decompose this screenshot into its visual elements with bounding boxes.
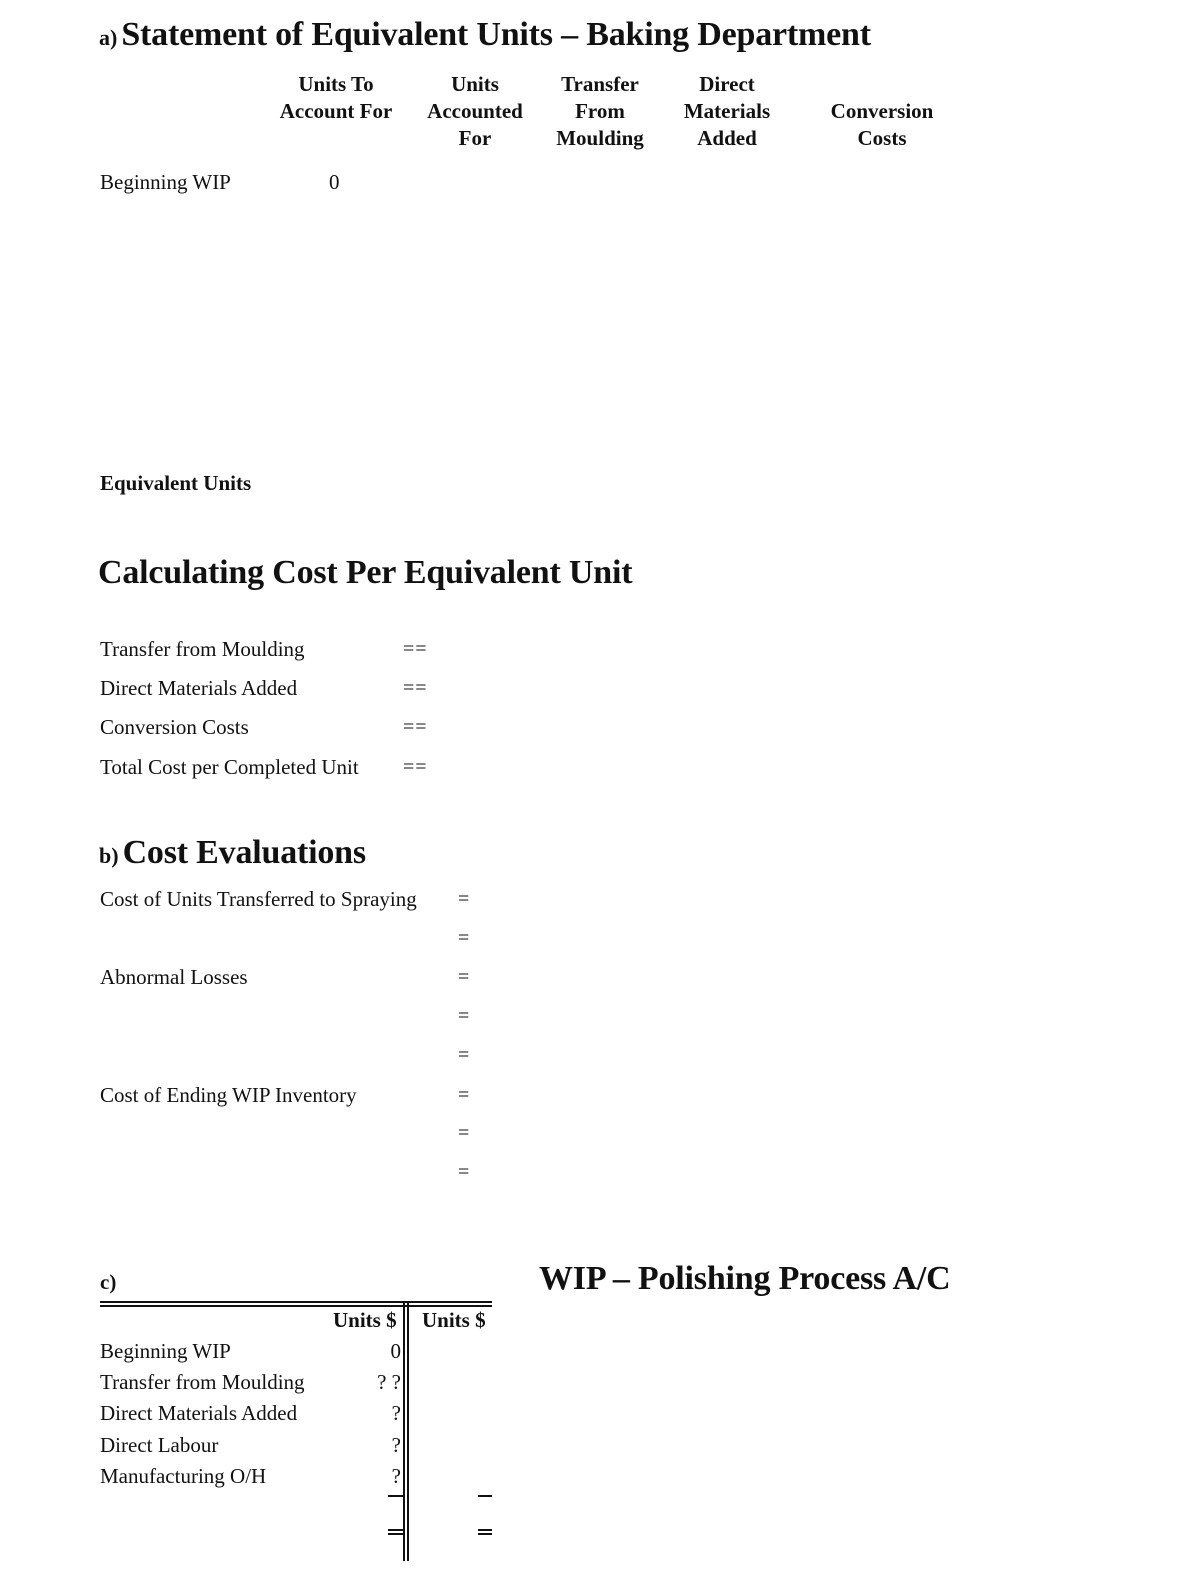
section-b-heading: b) Cost Evaluations bbox=[99, 834, 366, 872]
credit-total-rule bbox=[478, 1533, 492, 1535]
debit-subtotal-rule bbox=[388, 1495, 405, 1497]
cost-row-value: == bbox=[403, 716, 428, 738]
evaluation-value: = bbox=[458, 1044, 471, 1066]
column-header-units-accounted-for: Units Accounted For bbox=[427, 72, 523, 150]
credit-column-header: Units $ bbox=[422, 1308, 486, 1332]
cost-row-value: == bbox=[403, 638, 428, 660]
debit-column-header: Units $ bbox=[333, 1308, 397, 1332]
column-header-conversion-costs: Conversion Costs bbox=[830, 99, 934, 150]
evaluation-value: = bbox=[458, 1005, 471, 1027]
section-b-prefix: b) bbox=[99, 843, 119, 868]
debit-entry-value: 0 bbox=[390, 1339, 402, 1363]
cost-row-value: == bbox=[403, 756, 428, 778]
section-b-title: Cost Evaluations bbox=[122, 834, 367, 871]
column-header-units-to-account-for: Units To Account For bbox=[279, 72, 393, 123]
section-a-prefix: a) bbox=[99, 25, 118, 50]
debit-entry-value: ? bbox=[391, 1464, 401, 1488]
evaluation-label: Abnormal Losses bbox=[100, 965, 248, 989]
cost-row-label: Conversion Costs bbox=[100, 715, 249, 739]
t-account-center-rule bbox=[403, 1301, 405, 1561]
credit-total-rule bbox=[478, 1529, 492, 1531]
debit-entry-value: ? ? bbox=[377, 1370, 401, 1394]
column-header-direct-materials-added: Direct Materials Added bbox=[683, 72, 771, 150]
debit-entry-label: Transfer from Moulding bbox=[100, 1370, 305, 1394]
section-a-heading: a) Statement of Equivalent Units – Bakin… bbox=[99, 16, 871, 54]
evaluation-value: = bbox=[458, 1084, 471, 1106]
debit-entry-label: Manufacturing O/H bbox=[100, 1464, 267, 1488]
cost-row-label: Direct Materials Added bbox=[100, 676, 298, 700]
cost-row-value: == bbox=[403, 677, 428, 699]
cost-row-label: Total Cost per Completed Unit bbox=[100, 755, 359, 779]
section-c-prefix: c) bbox=[100, 1270, 117, 1294]
cost-per-unit-title: Calculating Cost Per Equivalent Unit bbox=[98, 554, 633, 591]
cost-row-label: Transfer from Moulding bbox=[100, 637, 305, 661]
debit-total-rule bbox=[388, 1529, 405, 1531]
section-a-title: Statement of Equivalent Units – Baking D… bbox=[121, 16, 871, 53]
column-header-transfer-from-moulding: Transfer From Moulding bbox=[556, 72, 644, 150]
credit-subtotal-rule bbox=[478, 1495, 492, 1497]
debit-total-rule bbox=[388, 1533, 405, 1535]
evaluation-label: Cost of Units Transferred to Spraying bbox=[100, 887, 417, 911]
row-value-units-to-account-for: 0 bbox=[329, 170, 340, 194]
t-account-top-rule bbox=[100, 1305, 492, 1307]
evaluation-value: = bbox=[458, 888, 471, 910]
evaluation-value: = bbox=[458, 966, 471, 988]
t-account-top-rule bbox=[100, 1301, 492, 1303]
section-c-title: WIP – Polishing Process A/C bbox=[539, 1260, 951, 1297]
evaluation-value: = bbox=[458, 927, 471, 949]
debit-entry-value: ? bbox=[391, 1433, 401, 1457]
debit-entry-label: Beginning WIP bbox=[100, 1339, 231, 1363]
evaluation-value: = bbox=[458, 1161, 471, 1183]
equivalent-units-label: Equivalent Units bbox=[100, 471, 252, 495]
row-label-beginning-wip: Beginning WIP bbox=[100, 170, 231, 194]
evaluation-value: = bbox=[458, 1122, 471, 1144]
debit-entry-value: ? bbox=[391, 1401, 401, 1425]
debit-entry-label: Direct Labour bbox=[100, 1433, 219, 1457]
evaluation-label: Cost of Ending WIP Inventory bbox=[100, 1083, 357, 1107]
t-account-center-rule bbox=[407, 1301, 409, 1561]
debit-entry-label: Direct Materials Added bbox=[100, 1401, 298, 1425]
